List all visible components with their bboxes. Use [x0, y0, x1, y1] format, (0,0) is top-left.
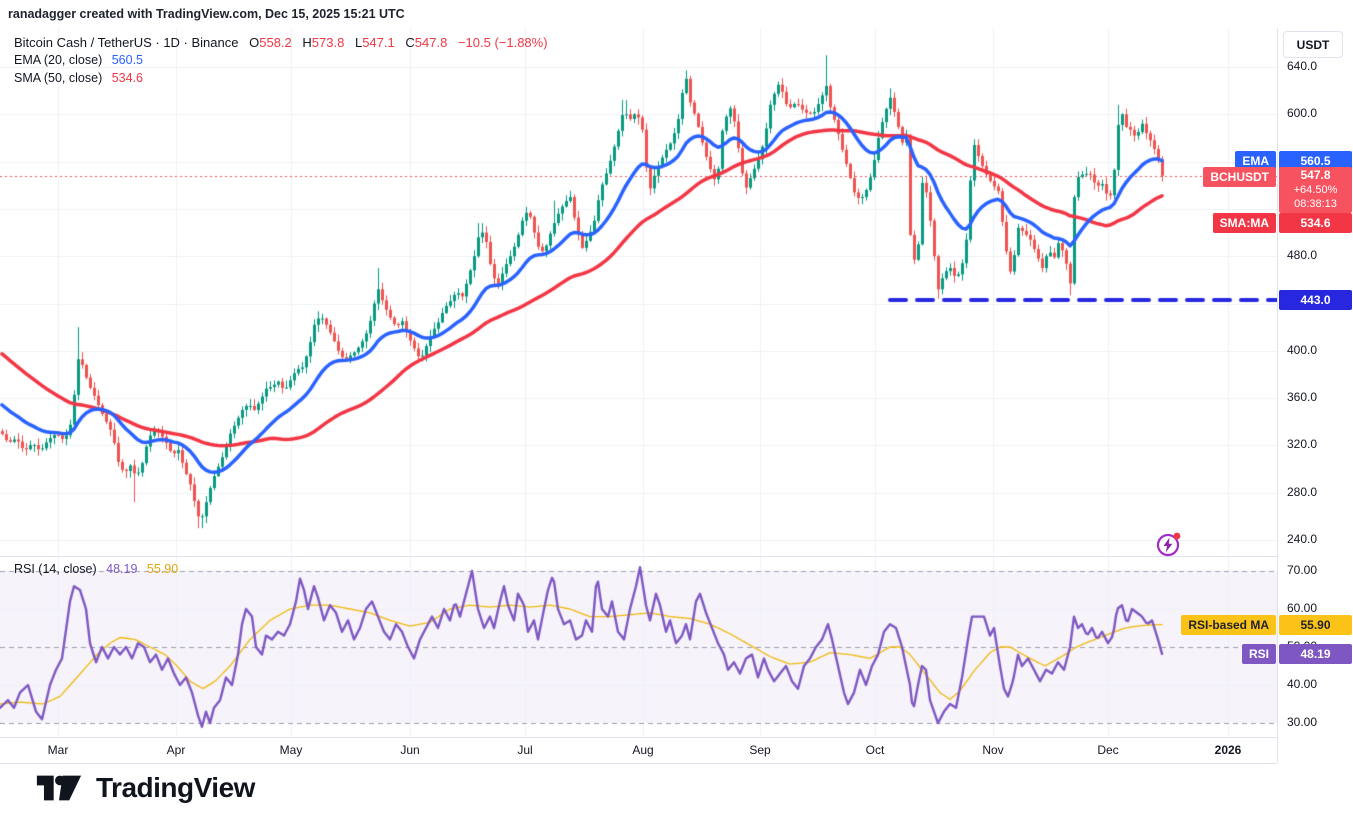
- symbol-title: Bitcoin Cash / TetherUS · 1D · Binance: [14, 35, 238, 50]
- tradingview-chart-window: ranadagger created with TradingView.com,…: [0, 0, 1353, 823]
- symbol-label-badge: BCHUSDT: [1203, 167, 1276, 187]
- rsi-label-badge: RSI: [1242, 644, 1276, 664]
- change-percent-value: +64.50%: [1279, 183, 1352, 197]
- price-tick-label: 320.0: [1287, 437, 1317, 451]
- price-tick-label: 480.0: [1287, 248, 1317, 262]
- rsi-indicator-canvas[interactable]: [0, 556, 1277, 737]
- notification-dot: [1174, 533, 1181, 540]
- support-level-badge: 443.0: [1279, 290, 1352, 310]
- time-tick-label: Jun: [400, 743, 419, 757]
- rsi-tick-label: 30.00: [1287, 715, 1317, 729]
- price-tick-label: 640.0: [1287, 59, 1317, 73]
- rsi-tick-label: 60.00: [1287, 601, 1317, 615]
- symbol-legend-row[interactable]: Bitcoin Cash / TetherUS · 1D · Binance O…: [14, 34, 548, 51]
- rsi-legend-value: 48.19: [106, 562, 137, 576]
- time-tick-label: Aug: [632, 743, 653, 757]
- time-tick-label: Jul: [517, 743, 532, 757]
- price-tick-label: 240.0: [1287, 532, 1317, 546]
- rsi-legend-label: RSI (14, close): [14, 562, 97, 576]
- time-tick-label: Apr: [167, 743, 186, 757]
- high-value: 573.8: [312, 35, 345, 50]
- open-value: 558.2: [259, 35, 292, 50]
- time-tick-label: 2026: [1215, 743, 1242, 757]
- close-label: C: [405, 35, 414, 50]
- price-axis[interactable]: USDT 640.0600.0560.0520.0480.0400.0360.0…: [1277, 28, 1353, 763]
- spark-icon[interactable]: [1154, 529, 1184, 559]
- chart-legend: Bitcoin Cash / TetherUS · 1D · Binance O…: [14, 34, 548, 88]
- rsi-tick-label: 40.00: [1287, 677, 1317, 691]
- rsi-legend[interactable]: RSI (14, close) 48.19 55.90: [14, 562, 178, 576]
- price-tick-label: 360.0: [1287, 390, 1317, 404]
- sma-legend-label: SMA (50, close): [14, 71, 102, 85]
- sma-value-badge: 534.6: [1279, 213, 1352, 233]
- watermark-attribution: ranadagger created with TradingView.com,…: [8, 7, 405, 21]
- time-tick-label: May: [280, 743, 303, 757]
- lightning-bolt-icon: [1164, 538, 1173, 553]
- sma-legend-value: 534.6: [112, 71, 143, 85]
- sma-label-badge: SMA:MA: [1213, 213, 1276, 233]
- ema-legend-row[interactable]: EMA (20, close) 560.5: [14, 52, 548, 69]
- tradingview-logo[interactable]: TradingView: [36, 770, 255, 806]
- time-tick-label: Sep: [749, 743, 770, 757]
- time-axis[interactable]: Mar Apr May Jun Jul Aug Sep Oct Nov Dec 2026: [0, 737, 1277, 764]
- time-tick-label: Nov: [982, 743, 1003, 757]
- price-chart-canvas[interactable]: [0, 28, 1277, 556]
- change-value: −10.5 (−1.88%): [458, 35, 548, 50]
- bar-countdown: 08:38:13: [1279, 197, 1352, 211]
- rsi-ma-value-badge: 55.90: [1279, 615, 1352, 635]
- time-tick-label: Mar: [48, 743, 69, 757]
- currency-toggle-button[interactable]: USDT: [1283, 31, 1343, 58]
- ema-legend-value: 560.5: [112, 53, 143, 67]
- tradingview-logo-icon: [36, 770, 82, 806]
- high-label: H: [302, 35, 311, 50]
- rsi-value-badge: 48.19: [1279, 644, 1352, 664]
- low-value: 547.1: [362, 35, 395, 50]
- close-value: 547.8: [415, 35, 448, 50]
- rsi-tick-label: 70.00: [1287, 563, 1317, 577]
- last-price-value: 547.8: [1279, 168, 1352, 183]
- last-price-badge: 547.8 +64.50% 08:38:13: [1279, 167, 1352, 213]
- time-tick-label: Oct: [866, 743, 885, 757]
- pane-divider[interactable]: [0, 556, 1277, 557]
- sma-legend-row[interactable]: SMA (50, close) 534.6: [14, 70, 548, 87]
- rsi-ma-label-badge: RSI-based MA: [1181, 615, 1276, 635]
- tradingview-logo-text: TradingView: [96, 772, 255, 804]
- rsi-ma-legend-value: 55.90: [147, 562, 178, 576]
- price-tick-label: 280.0: [1287, 485, 1317, 499]
- open-label: O: [249, 35, 259, 50]
- price-tick-label: 400.0: [1287, 343, 1317, 357]
- price-tick-label: 600.0: [1287, 106, 1317, 120]
- ema-legend-label: EMA (20, close): [14, 53, 102, 67]
- time-tick-label: Dec: [1097, 743, 1118, 757]
